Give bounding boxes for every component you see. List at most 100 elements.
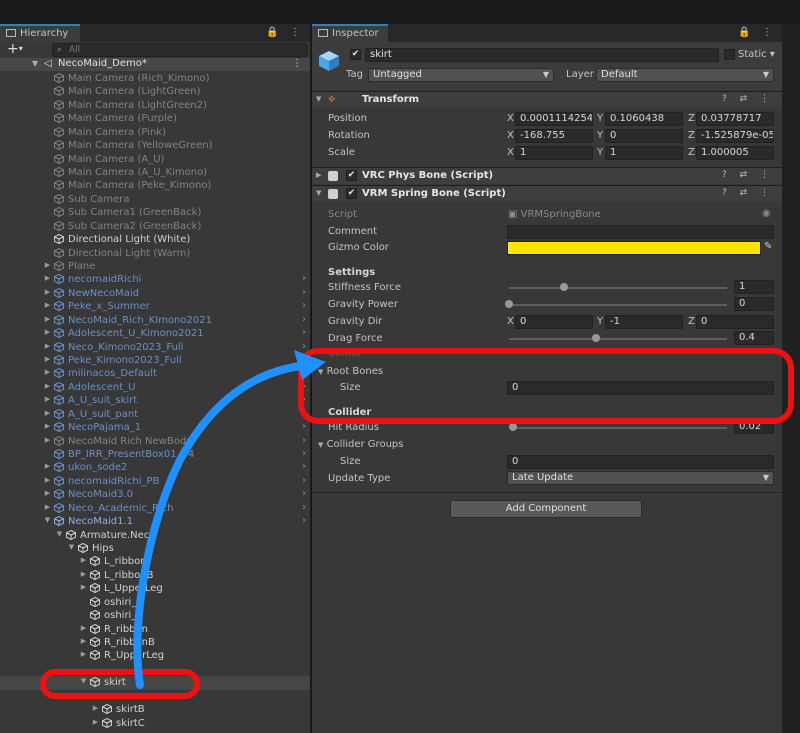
hierarchy-row[interactable]: ▶ Neco_Kimono2023_Full › (0, 341, 310, 354)
fold-arrow-icon[interactable]: ▶ (43, 382, 52, 390)
hierarchy-row[interactable]: ▼ NecoMaid1.1 › (0, 515, 310, 528)
component-tools-icons[interactable]: ? ⇄ ⋮ (722, 188, 774, 198)
fold-arrow-icon[interactable]: ▶ (43, 315, 52, 323)
prefab-open-chevron-icon[interactable]: › (302, 341, 306, 352)
hierarchy-row[interactable]: Sub Camera2 (GreenBack) (0, 220, 310, 233)
prefab-open-chevron-icon[interactable]: › (302, 381, 306, 392)
stiffness-force-slider[interactable] (509, 287, 727, 289)
layer-dropdown[interactable]: Default ▼ (596, 68, 774, 82)
prefab-open-chevron-icon[interactable]: › (302, 287, 306, 298)
fold-arrow-icon[interactable]: ▶ (91, 704, 100, 712)
component-tools-icons[interactable]: ? ⇄ ⋮ (722, 170, 774, 180)
prefab-open-chevron-icon[interactable]: › (302, 421, 306, 432)
add-object-button[interactable]: +▾ (7, 41, 23, 57)
fold-arrow-icon[interactable]: ▼ (43, 516, 52, 524)
scale-y-field[interactable]: 1 (605, 146, 683, 160)
fold-arrow-icon[interactable]: ▶ (79, 624, 88, 632)
vrc-phys-bone-header[interactable]: ▶ ✔ VRC Phys Bone (Script) ? ⇄ ⋮ (312, 167, 782, 184)
fold-arrow-icon[interactable]: ▶ (43, 261, 52, 269)
position-z-field[interactable]: 0.03778717 (696, 112, 774, 126)
hierarchy-row[interactable]: ▶ NecoMaid_Rich_KImono2021 › (0, 314, 310, 327)
prefab-open-chevron-icon[interactable]: › (302, 273, 306, 284)
hierarchy-row[interactable]: ▼ Armature.Neco (0, 529, 310, 542)
rotation-x-field[interactable]: -168.755 (515, 129, 593, 143)
hierarchy-row[interactable]: ▶ NewNecoMaid › (0, 287, 310, 300)
add-component-button[interactable]: Add Component (450, 500, 642, 518)
fold-arrow-icon[interactable]: ▶ (79, 650, 88, 658)
hierarchy-row[interactable]: Main Camera (YelloweGreen) (0, 139, 310, 152)
fold-arrow-icon[interactable]: ▶ (43, 422, 52, 430)
hierarchy-row[interactable] (0, 663, 310, 676)
vrc-phys-bone-enabled-checkbox[interactable]: ✔ (346, 170, 357, 181)
fold-arrow-icon[interactable]: ▶ (43, 436, 52, 444)
scene-row[interactable]: ▼ ◁ NecoMaid_Demo* ⋮ (0, 58, 310, 71)
fold-arrow-icon[interactable]: ▶ (43, 301, 52, 309)
prefab-open-chevron-icon[interactable]: › (302, 300, 306, 311)
fold-arrow-icon[interactable]: ▶ (43, 489, 52, 497)
hierarchy-row[interactable]: ▼ Hips (0, 542, 310, 555)
hierarchy-row[interactable]: Main Camera (Rich_Kimono) (0, 72, 310, 85)
active-checkbox[interactable]: ✔ (350, 49, 361, 60)
tag-dropdown[interactable]: Untagged ▼ (368, 68, 554, 82)
prefab-open-chevron-icon[interactable]: › (302, 367, 306, 378)
prefab-open-chevron-icon[interactable]: › (302, 475, 306, 486)
scene-menu-icon[interactable]: ⋮ (292, 58, 302, 69)
fold-arrow-icon[interactable]: ▼ (79, 677, 88, 685)
hierarchy-row[interactable]: oshiri_R (0, 609, 310, 622)
scale-z-field[interactable]: 1.000005 (696, 146, 774, 160)
hierarchy-row[interactable]: ▶ Neco_Academic_Rich › (0, 502, 310, 515)
hierarchy-row[interactable]: Main Camera (Pink) (0, 126, 310, 139)
fold-arrow-icon[interactable]: ▼ (316, 189, 321, 197)
hierarchy-row[interactable]: Main Camera (Purple) (0, 112, 310, 125)
root-bones-foldout[interactable]: ▼ Root Bones (318, 366, 383, 377)
hierarchy-row[interactable]: ▶ L_ribbonB (0, 569, 310, 582)
prefab-open-chevron-icon[interactable]: › (302, 327, 306, 338)
prefab-open-chevron-icon[interactable]: › (302, 314, 306, 325)
prefab-open-chevron-icon[interactable]: › (302, 502, 306, 513)
gravity-dir-z-field[interactable]: 0 (696, 315, 774, 329)
update-type-dropdown[interactable]: Late Update ▼ (507, 471, 774, 485)
hierarchy-row[interactable]: ▶ Peke_Kimono2023_Full › (0, 354, 310, 367)
hierarchy-row[interactable]: ▶ NecoMaid3.0 › (0, 488, 310, 501)
hierarchy-row[interactable]: Directional Light (Warm) (0, 247, 310, 260)
hierarchy-row[interactable]: ▶ L_UpperLeg (0, 582, 310, 595)
hierarchy-row[interactable]: ▶ L_ribbon (0, 555, 310, 568)
center-field[interactable] (507, 348, 774, 354)
hierarchy-row[interactable]: ▶ skirtC (0, 717, 310, 730)
prefab-open-chevron-icon[interactable]: › (302, 354, 306, 365)
rotation-z-field[interactable]: -1.525879e-05 (696, 129, 774, 143)
hierarchy-row[interactable]: oshiri_L (0, 596, 310, 609)
hierarchy-row[interactable]: ▶ milinacos_Default › (0, 367, 310, 380)
vrm-spring-bone-enabled-checkbox[interactable]: ✔ (346, 188, 357, 199)
drag-force-slider[interactable] (509, 338, 727, 340)
prefab-open-chevron-icon[interactable]: › (302, 448, 306, 459)
stiffness-force-slider-handle[interactable] (559, 283, 568, 291)
fold-arrow-icon[interactable]: ▶ (43, 355, 52, 363)
gizmo-color-swatch[interactable] (507, 241, 761, 255)
hit-radius-slider[interactable] (509, 427, 727, 429)
hierarchy-tab-tools[interactable]: 🔒 ⋮ (266, 27, 304, 38)
gravity-dir-x-field[interactable]: 0 (515, 315, 593, 329)
vrm-spring-bone-header[interactable]: ▼ ✔ VRM Spring Bone (Script) ? ⇄ ⋮ (312, 185, 782, 202)
hierarchy-row[interactable]: ▶ R_UpperLeg (0, 649, 310, 662)
hierarchy-row[interactable]: ▶ A_U_suit_pant › (0, 408, 310, 421)
fold-arrow-icon[interactable]: ▶ (43, 395, 52, 403)
hierarchy-row[interactable]: ▶ NecoMaid Rich NewBody › (0, 435, 310, 448)
hierarchy-row[interactable]: ▶ A_U_suit_skirt › (0, 394, 310, 407)
hierarchy-row[interactable]: BP_IRR_PresentBox01_04 › (0, 448, 310, 461)
fold-arrow-icon[interactable]: ▼ (55, 530, 64, 538)
fold-arrow-icon[interactable]: ▶ (43, 288, 52, 296)
fold-arrow-icon[interactable]: ▶ (43, 342, 52, 350)
gravity-power-slider[interactable] (509, 304, 727, 306)
fold-arrow-icon[interactable]: ▶ (79, 637, 88, 645)
hierarchy-row[interactable]: Main Camera (LightGreen) (0, 85, 310, 98)
hierarchy-row[interactable]: Main Camera (A_U_Kimono) (0, 166, 310, 179)
component-tools-icons[interactable]: ? ⇄ ⋮ (722, 94, 774, 104)
fold-arrow-icon[interactable]: ▶ (43, 328, 52, 336)
scene-fold-arrow[interactable]: ▼ (32, 59, 38, 68)
hierarchy-row[interactable]: Sub Camera1 (GreenBack) (0, 206, 310, 219)
drag-force-field[interactable]: 0.4 (734, 331, 774, 345)
hierarchy-row[interactable]: ▶ Peke_x_Summer › (0, 300, 310, 313)
prefab-open-chevron-icon[interactable]: › (302, 488, 306, 499)
prefab-open-chevron-icon[interactable]: › (302, 461, 306, 472)
